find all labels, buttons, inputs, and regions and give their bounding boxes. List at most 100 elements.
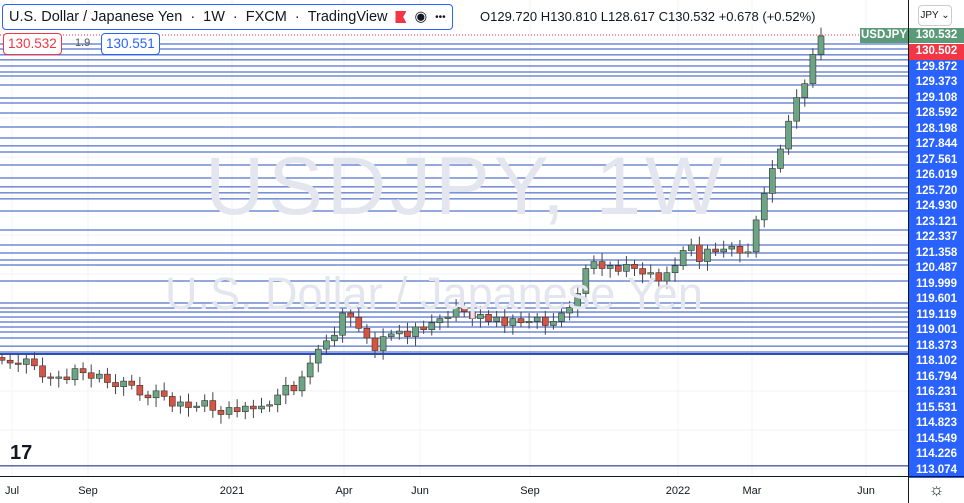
price-axis-label: 124.930 <box>909 199 964 215</box>
price-axis-label: 119.999 <box>909 276 964 292</box>
time-axis-label: Jun <box>411 485 429 497</box>
price-axis-label: 115.531 <box>909 400 964 416</box>
candle <box>314 348 322 364</box>
candle <box>817 35 825 55</box>
candle <box>679 250 687 267</box>
time-axis-label: Sep <box>78 485 98 497</box>
candle <box>704 248 711 262</box>
symbol-tag: USDJPY <box>860 28 908 43</box>
candle <box>323 340 330 350</box>
time-axis[interactable]: Jul Sep 2021 Apr Jun Sep 2022 Mar Jun <box>0 476 908 503</box>
candle <box>250 405 257 410</box>
candle <box>79 368 87 374</box>
more-icon[interactable]: ••• <box>435 12 446 23</box>
price-axis-label: 129.108 <box>909 90 964 106</box>
candle <box>793 97 800 122</box>
candle <box>136 384 144 396</box>
price-axis-label: 118.373 <box>909 338 964 354</box>
buy-button[interactable]: 130.551 <box>101 33 160 55</box>
time-axis-label: Jul <box>4 485 20 497</box>
price-axis-label: 127.561 <box>909 152 964 168</box>
candle <box>266 404 273 407</box>
candle <box>201 400 209 407</box>
candle <box>331 334 338 342</box>
candle <box>306 362 314 378</box>
price-axis-label: 116.794 <box>909 369 964 385</box>
candle <box>696 244 703 262</box>
time-axis-label: Mar <box>742 485 762 497</box>
candle <box>720 248 727 253</box>
candle <box>23 358 30 365</box>
price-axis-label: 120.487 <box>909 261 964 277</box>
price-axis-label: 116.231 <box>909 385 964 401</box>
interval: 1W <box>203 9 225 25</box>
candle <box>412 326 419 337</box>
price-axis-label: 119.001 <box>909 323 964 339</box>
candle <box>728 245 736 250</box>
price-axis-label: 128.198 <box>909 121 964 137</box>
candle <box>258 405 265 410</box>
price-axis-label: 129.373 <box>909 75 964 91</box>
candle <box>193 405 200 408</box>
candle <box>241 405 249 412</box>
last-price-label: 130.532 <box>909 28 964 43</box>
price-axis-label: 114.226 <box>909 447 964 463</box>
candle <box>760 193 768 221</box>
candle <box>387 333 395 337</box>
price-axis-label: 114.549 <box>909 431 964 447</box>
price-axis-label: 119.119 <box>909 307 964 323</box>
candle <box>233 407 241 412</box>
candle <box>63 376 71 381</box>
candle <box>144 394 152 399</box>
candle <box>55 376 63 379</box>
spread: 1.9 <box>75 37 91 49</box>
price-axis-label: 127.844 <box>909 137 964 153</box>
price-axis-label: 122.337 <box>909 230 964 246</box>
price-axis-label: 130.502 <box>909 44 964 60</box>
price-axis-label: 121.358 <box>909 245 964 261</box>
candle <box>168 396 176 407</box>
time-axis-label: 2021 <box>219 485 245 497</box>
time-axis-label: Sep <box>520 485 540 497</box>
candle <box>6 359 14 364</box>
eye-icon[interactable]: ◉ <box>414 9 427 25</box>
settings-gear-icon[interactable]: ☼ <box>908 476 964 503</box>
flag-icon[interactable] <box>395 11 407 23</box>
candle <box>120 380 127 387</box>
time-axis-label: 2022 <box>665 485 691 497</box>
tradingview-logo[interactable]: 17 <box>10 442 32 465</box>
candle <box>31 358 38 367</box>
candle <box>152 390 160 399</box>
candle <box>177 401 184 407</box>
price-axis-label: 118.102 <box>909 354 964 370</box>
candle <box>525 321 533 324</box>
candle <box>112 382 119 387</box>
candle <box>39 365 46 378</box>
candle <box>396 330 403 335</box>
price-chart[interactable] <box>0 0 908 476</box>
price-axis-label: 129.872 <box>909 59 964 75</box>
candle <box>209 400 217 411</box>
exchange: FXCM <box>245 9 287 25</box>
price-axis-label: 114.823 <box>909 416 964 432</box>
candle <box>71 368 79 381</box>
candle <box>160 390 168 397</box>
candle <box>185 401 192 408</box>
sell-button[interactable]: 130.532 <box>3 33 62 55</box>
candle <box>104 373 111 383</box>
ohlc-values: O129.720 H130.810 L128.617 C130.532 +0.6… <box>480 9 816 24</box>
candle <box>87 372 95 379</box>
candle <box>712 248 719 253</box>
watermark-name: U.S. Dollar / Japanese Yen <box>165 268 703 319</box>
price-axis-label: 126.019 <box>909 168 964 184</box>
time-axis-label: Jun <box>857 485 875 497</box>
price-axis-label: 128.592 <box>909 106 964 122</box>
candle <box>274 394 282 406</box>
candle <box>550 321 557 326</box>
symbol-legend[interactable]: U.S. Dollar / Japanese Yen · 1W · FXCM · Tr… <box>2 4 453 30</box>
candle <box>785 120 792 150</box>
candle <box>47 376 54 379</box>
candle <box>128 380 136 386</box>
candle <box>363 327 371 339</box>
candle <box>225 407 233 415</box>
